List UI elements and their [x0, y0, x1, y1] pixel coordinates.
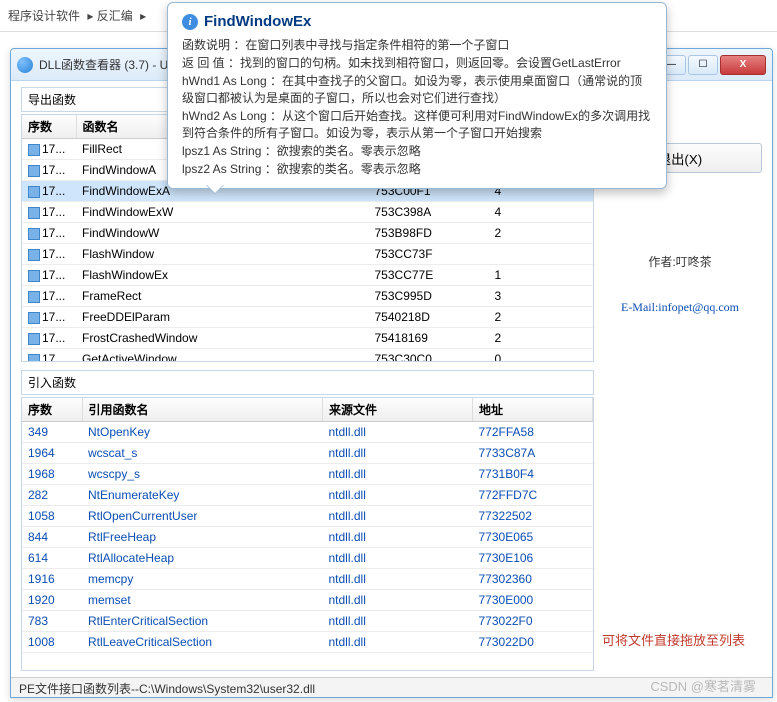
table-row[interactable]: 17GetActiveWindow753C30C00	[22, 349, 593, 362]
table-row[interactable]: 282NtEnumerateKeyntdll.dll772FFD7C	[22, 485, 593, 506]
table-row[interactable]: 1916memcpyntdll.dll77302360	[22, 569, 593, 590]
breadcrumb-item[interactable]: 程序设计软件	[8, 9, 80, 23]
import-th-seq[interactable]: 序数	[22, 398, 82, 422]
table-row[interactable]: 17...FrostCrashedWindow754181692	[22, 328, 593, 349]
table-row[interactable]: 17...FrameRect753C995D3	[22, 286, 593, 307]
watermark: CSDN @寒茗清雾	[650, 676, 756, 695]
row-icon	[28, 270, 40, 282]
table-row[interactable]: 1008RtlLeaveCriticalSectionntdll.dll7730…	[22, 632, 593, 653]
row-icon	[28, 249, 40, 261]
row-icon	[28, 186, 40, 198]
table-row[interactable]: 17...FlashWindowEx753CC77E1	[22, 265, 593, 286]
table-row[interactable]: 17...FindWindowW753B98FD2	[22, 223, 593, 244]
import-table: 序数 引用函数名 来源文件 地址 349NtOpenKeyntdll.dll77…	[22, 398, 593, 653]
import-th-addr[interactable]: 地址	[473, 398, 593, 422]
app-icon	[17, 57, 33, 73]
row-icon	[28, 354, 40, 361]
table-row[interactable]: 17...FreeDDElParam7540218D2	[22, 307, 593, 328]
table-row[interactable]: 614RtlAllocateHeapntdll.dll7730E106	[22, 548, 593, 569]
function-tooltip: iFindWindowEx 函数说明 ：在窗口列表中寻找与指定条件相符的第一个子…	[167, 2, 667, 189]
table-row[interactable]: 783RtlEnterCriticalSectionntdll.dll77302…	[22, 611, 593, 632]
row-icon	[28, 312, 40, 324]
row-icon	[28, 333, 40, 345]
status-bar: PE文件接口函数列表--C:\Windows\System32\user32.d…	[11, 677, 772, 697]
import-th-src[interactable]: 来源文件	[323, 398, 473, 422]
row-icon	[28, 144, 40, 156]
table-row[interactable]: 1058RtlOpenCurrentUserntdll.dll77322502	[22, 506, 593, 527]
import-table-scroll[interactable]: 序数 引用函数名 来源文件 地址 349NtOpenKeyntdll.dll77…	[22, 398, 593, 670]
drag-hint: 可将文件直接拖放至列表	[602, 630, 772, 649]
table-row[interactable]: 1964wcscat_sntdll.dll7733C87A	[22, 443, 593, 464]
tooltip-title: iFindWindowEx	[182, 13, 652, 30]
breadcrumb-item[interactable]: 反汇编	[97, 9, 133, 23]
import-panel-label: 引入函数	[21, 370, 594, 395]
author-label: 作者:叮咚茶	[598, 253, 762, 270]
table-row[interactable]: 17...FlashWindow753CC73F	[22, 244, 593, 265]
export-th-seq[interactable]: 序数	[22, 115, 76, 139]
row-icon	[28, 228, 40, 240]
table-row[interactable]: 844RtlFreeHeapntdll.dll7730E065	[22, 527, 593, 548]
row-icon	[28, 165, 40, 177]
close-button[interactable]: X	[720, 55, 766, 75]
table-row[interactable]: 1968wcscpy_sntdll.dll7731B0F4	[22, 464, 593, 485]
email-label[interactable]: E-Mail:infopet@qq.com	[598, 300, 762, 315]
table-row[interactable]: 17...FindWindowExW753C398A4	[22, 202, 593, 223]
table-row[interactable]: 349NtOpenKeyntdll.dll772FFA58	[22, 422, 593, 443]
maximize-button[interactable]: ☐	[688, 55, 718, 75]
import-th-name[interactable]: 引用函数名	[82, 398, 323, 422]
status-text: PE文件接口函数列表--C:\Windows\System32\user32.d…	[19, 682, 315, 696]
table-row[interactable]: 1920memsetntdll.dll7730E000	[22, 590, 593, 611]
info-icon: i	[182, 14, 198, 30]
row-icon	[28, 207, 40, 219]
row-icon	[28, 291, 40, 303]
